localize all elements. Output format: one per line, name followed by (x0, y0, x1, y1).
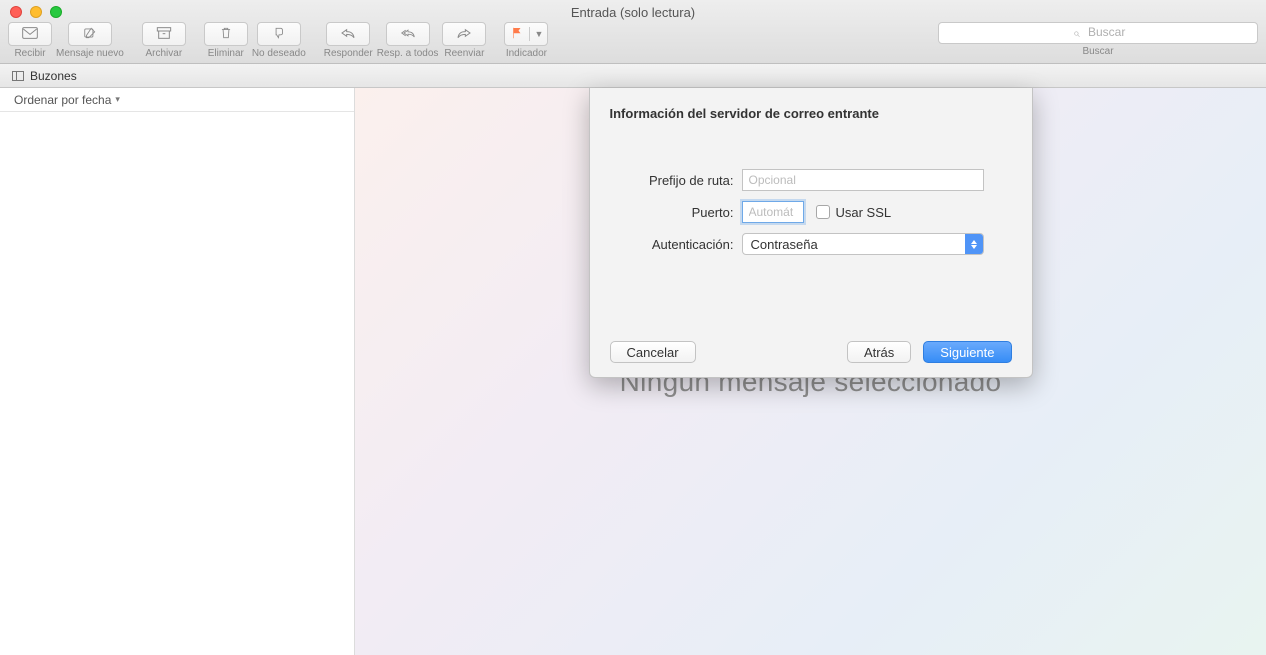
account-setup-sheet: Información del servidor de correo entra… (589, 88, 1033, 378)
indicador-button[interactable]: ▼ (504, 22, 548, 46)
cancel-button[interactable]: Cancelar (610, 341, 696, 363)
checkbox-icon (816, 205, 830, 219)
thumbs-down-icon (271, 26, 287, 42)
sort-dropdown[interactable]: Ordenar por fecha ▾ (0, 88, 354, 112)
chevron-down-icon: ▼ (534, 29, 543, 39)
search-icon: ⌕ (1073, 26, 1080, 41)
search-input[interactable] (938, 22, 1258, 44)
reply-icon (340, 26, 356, 42)
form: Prefijo de ruta: Puerto: Usar SSL Autent… (610, 169, 1012, 255)
path-prefix-label: Prefijo de ruta: (610, 173, 742, 188)
indicador-label: Indicador (506, 48, 547, 59)
reply-all-icon (400, 26, 416, 42)
sheet-title: Información del servidor de correo entra… (610, 106, 1012, 121)
envelope-icon (22, 26, 38, 42)
auth-label: Autenticación: (610, 237, 742, 252)
favorites-bar: Buzones (0, 64, 1266, 88)
eliminar-button[interactable] (204, 22, 248, 46)
reenviar-label: Reenviar (444, 48, 484, 59)
responder-button[interactable] (326, 22, 370, 46)
archivar-button[interactable] (142, 22, 186, 46)
archivar-label: Archivar (145, 48, 182, 59)
reenviar-button[interactable] (442, 22, 486, 46)
nodeseado-label: No deseado (252, 48, 306, 59)
chevron-down-icon: ▾ (115, 94, 120, 105)
port-input[interactable] (742, 201, 804, 223)
eliminar-label: Eliminar (208, 48, 244, 59)
nuevo-mensaje-label: Mensaje nuevo (56, 48, 124, 59)
select-arrows-icon (965, 234, 983, 254)
use-ssl-checkbox[interactable]: Usar SSL (816, 205, 892, 220)
mailboxes-icon (12, 71, 24, 81)
archive-icon (156, 26, 172, 42)
recibir-label: Recibir (14, 48, 45, 59)
compose-icon (82, 26, 98, 42)
responder-label: Responder (324, 48, 373, 59)
path-prefix-input[interactable] (742, 169, 984, 191)
search-label: Buscar (1082, 46, 1113, 57)
buzones-button[interactable]: Buzones (30, 69, 77, 83)
message-preview-pane: Ningún mensaje seleccionado Información … (355, 88, 1266, 655)
forward-icon (456, 26, 472, 42)
sheet-buttons: Cancelar Atrás Siguiente (610, 341, 1012, 363)
toolbar: Recibir Mensaje nuevo Archivar (8, 22, 1258, 62)
recibir-button[interactable] (8, 22, 52, 46)
responder-todos-button[interactable] (386, 22, 430, 46)
message-list-pane: Ordenar por fecha ▾ (0, 88, 355, 655)
nuevo-mensaje-button[interactable] (68, 22, 112, 46)
back-button[interactable]: Atrás (847, 341, 911, 363)
nodeseado-button[interactable] (257, 22, 301, 46)
auth-select[interactable]: Contraseña (742, 233, 984, 255)
titlebar: Entrada (solo lectura) Recibir Mensaje n… (0, 0, 1266, 64)
sort-label: Ordenar por fecha (14, 93, 111, 107)
port-label: Puerto: (610, 205, 742, 220)
main-area: Ordenar por fecha ▾ Ningún mensaje selec… (0, 88, 1266, 655)
auth-value: Contraseña (751, 237, 818, 252)
separator (529, 27, 530, 41)
next-button[interactable]: Siguiente (923, 341, 1011, 363)
use-ssl-label: Usar SSL (836, 205, 892, 220)
responder-todos-label: Resp. a todos (377, 48, 439, 59)
flag-icon (509, 26, 525, 42)
trash-icon (218, 26, 234, 42)
window-title: Entrada (solo lectura) (0, 5, 1266, 20)
